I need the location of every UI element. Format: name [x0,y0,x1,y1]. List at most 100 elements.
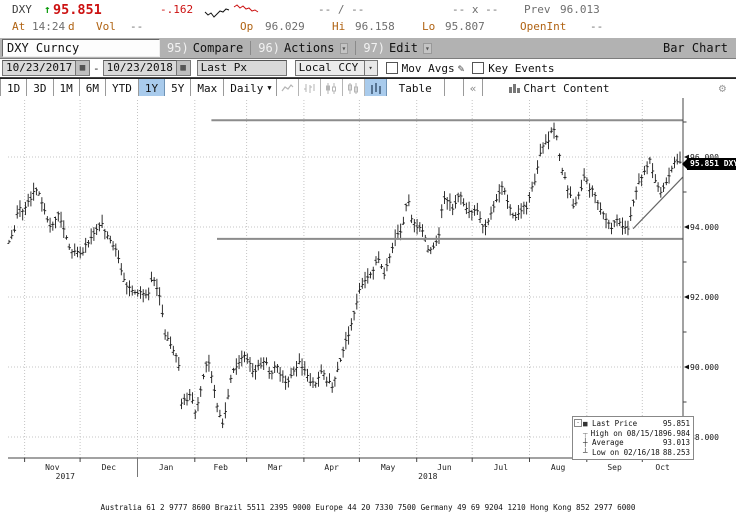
range-toolbar: 1D 3D 1M 6M YTD 1Y 5Y Max Daily ▼ Table … [0,78,736,98]
open-value: 96.029 [265,20,305,33]
settings-bar: 10/23/2017 ▦ - 10/23/2018 ▦ Last Px Loca… [0,59,736,78]
currency-dropdown-icon[interactable]: ▾ [364,60,378,76]
menu-actions-number: 96) [258,41,280,55]
gear-icon[interactable]: ⚙ [709,79,736,97]
blank-button[interactable] [444,79,464,97]
high-label: Hi [332,20,346,33]
ohlc-chart-icon[interactable] [299,79,321,97]
legend-expander-icon[interactable]: - [574,419,582,427]
last-price: 95.851 [53,2,102,18]
menu-compare-number: 95) [167,41,189,55]
svg-text:2018: 2018 [418,472,437,481]
table-button[interactable]: Table [386,79,445,97]
price-change: -.162 [160,3,194,16]
price-field-select[interactable]: Last Px [196,60,287,76]
vol-value: -- [130,20,144,33]
date-to-input[interactable]: 10/23/2018 [102,60,177,76]
hollow-candle-chart-icon[interactable] [343,79,365,97]
pencil-icon[interactable]: ✎ [458,62,465,75]
chart-area: 96.00094.00092.00090.00088.000NovDecJanF… [0,96,736,482]
sparkline-intraday-icon [204,8,230,18]
openint-label: OpenInt [520,20,567,33]
legend-label: Average [592,438,624,447]
svg-text:2017: 2017 [56,472,75,481]
openint-value: -- [590,20,604,33]
svg-text:Apr: Apr [324,463,339,472]
chart-content-button[interactable]: Chart Content [483,79,635,97]
period-select[interactable]: Daily ▼ [224,79,277,97]
svg-text:Jun: Jun [437,463,452,472]
svg-text:Dec: Dec [102,463,117,472]
svg-text:Jul: Jul [494,463,509,472]
collapse-toolbar-button[interactable]: « [463,79,484,97]
svg-text:Feb: Feb [213,463,228,472]
svg-text:92.000: 92.000 [690,293,719,302]
quote-time: 14:24 [32,20,66,33]
range-1y-selected[interactable]: 1Y [138,79,166,97]
legend-value: 95.851 [662,419,690,428]
svg-text:88.000: 88.000 [690,433,719,442]
legend-row: ■ Last Price 95.851 [583,419,690,429]
chart-content-label: Chart Content [523,81,610,95]
currency-select[interactable]: Local CCY [294,60,365,76]
legend-value: 88.253 [662,447,690,457]
menu-edit-number: 97) [363,41,386,55]
period-label: Daily [230,81,264,95]
at-label: At [12,20,26,33]
legend-value: 93.013 [662,438,690,447]
mov-avgs-checkbox[interactable] [385,62,398,74]
key-events-label: Key Events [488,61,555,75]
sparkline-history-icon [233,4,259,13]
last-price-badge: 95.851 DXY [681,158,736,170]
line-chart-icon[interactable] [277,79,299,97]
open-label: Op [240,20,254,33]
svg-text:Nov: Nov [45,463,60,472]
footer-phones-line1: Australia 61 2 9777 8600 Brazil 5511 239… [100,503,636,512]
candle-chart-icon[interactable] [321,79,343,97]
date-from-input[interactable]: 10/23/2017 [2,60,76,76]
chart-legend[interactable]: - ■ Last Price 95.851 ┬ High on 08/15/18… [572,416,694,460]
range-5y[interactable]: 5Y [165,79,192,97]
svg-text:Oct: Oct [655,463,670,472]
last-price-swatch-icon: ■ [583,419,588,428]
bid-ask: -- / -- [318,3,365,16]
range-1m[interactable]: 1M [53,79,80,97]
menu-actions[interactable]: 96) Actions ▾ [251,38,355,58]
bar-chart-icon-selected[interactable] [364,79,387,97]
menu-compare-label: Compare [192,41,244,55]
chart-type-label: Bar Chart [662,41,728,55]
chevron-down-icon: ▼ [267,84,272,92]
security-ticker: DXY [12,3,32,16]
svg-text:Aug: Aug [551,463,566,472]
legend-label: High on 08/15/18 [590,428,663,438]
menu-edit[interactable]: 97) Edit ▾ [356,38,438,58]
range-max[interactable]: Max [191,79,225,97]
up-arrow-icon: ↑ [44,3,51,16]
range-6m[interactable]: 6M [79,79,106,97]
menu-compare[interactable]: 95) Compare [160,38,250,58]
low-value: 95.807 [445,20,485,33]
average-marker-icon: ┼ [583,438,588,447]
chevron-down-icon: ▾ [422,42,432,54]
bid-ask-size: -- x -- [452,3,499,16]
range-1d[interactable]: 1D [0,79,28,97]
delay-flag: d [68,20,75,33]
range-3d[interactable]: 3D [27,79,54,97]
footer: Australia 61 2 9777 8600 Brazil 5511 239… [0,482,736,530]
prev-label: Prev [524,3,551,16]
key-events-checkbox[interactable] [472,62,485,74]
security-input[interactable]: DXY Curncy [2,39,160,57]
range-ytd[interactable]: YTD [106,79,139,97]
calendar-icon[interactable]: ▦ [76,60,90,76]
legend-value: 96.984 [662,428,690,438]
quote-bar: DXY ↑ 95.851 -.162 -- / -- -- x -- Prev … [0,0,736,38]
date-range-separator: - [93,61,100,75]
svg-text:90.000: 90.000 [690,363,719,372]
calendar-icon[interactable]: ▦ [176,60,191,76]
svg-text:Jan: Jan [159,463,174,472]
legend-label: Low on 02/16/18 [592,447,660,457]
svg-text:Mar: Mar [268,463,283,472]
low-marker-icon: ┴ [583,447,588,457]
buildings-icon [509,83,521,93]
prev-value: 96.013 [560,3,600,16]
